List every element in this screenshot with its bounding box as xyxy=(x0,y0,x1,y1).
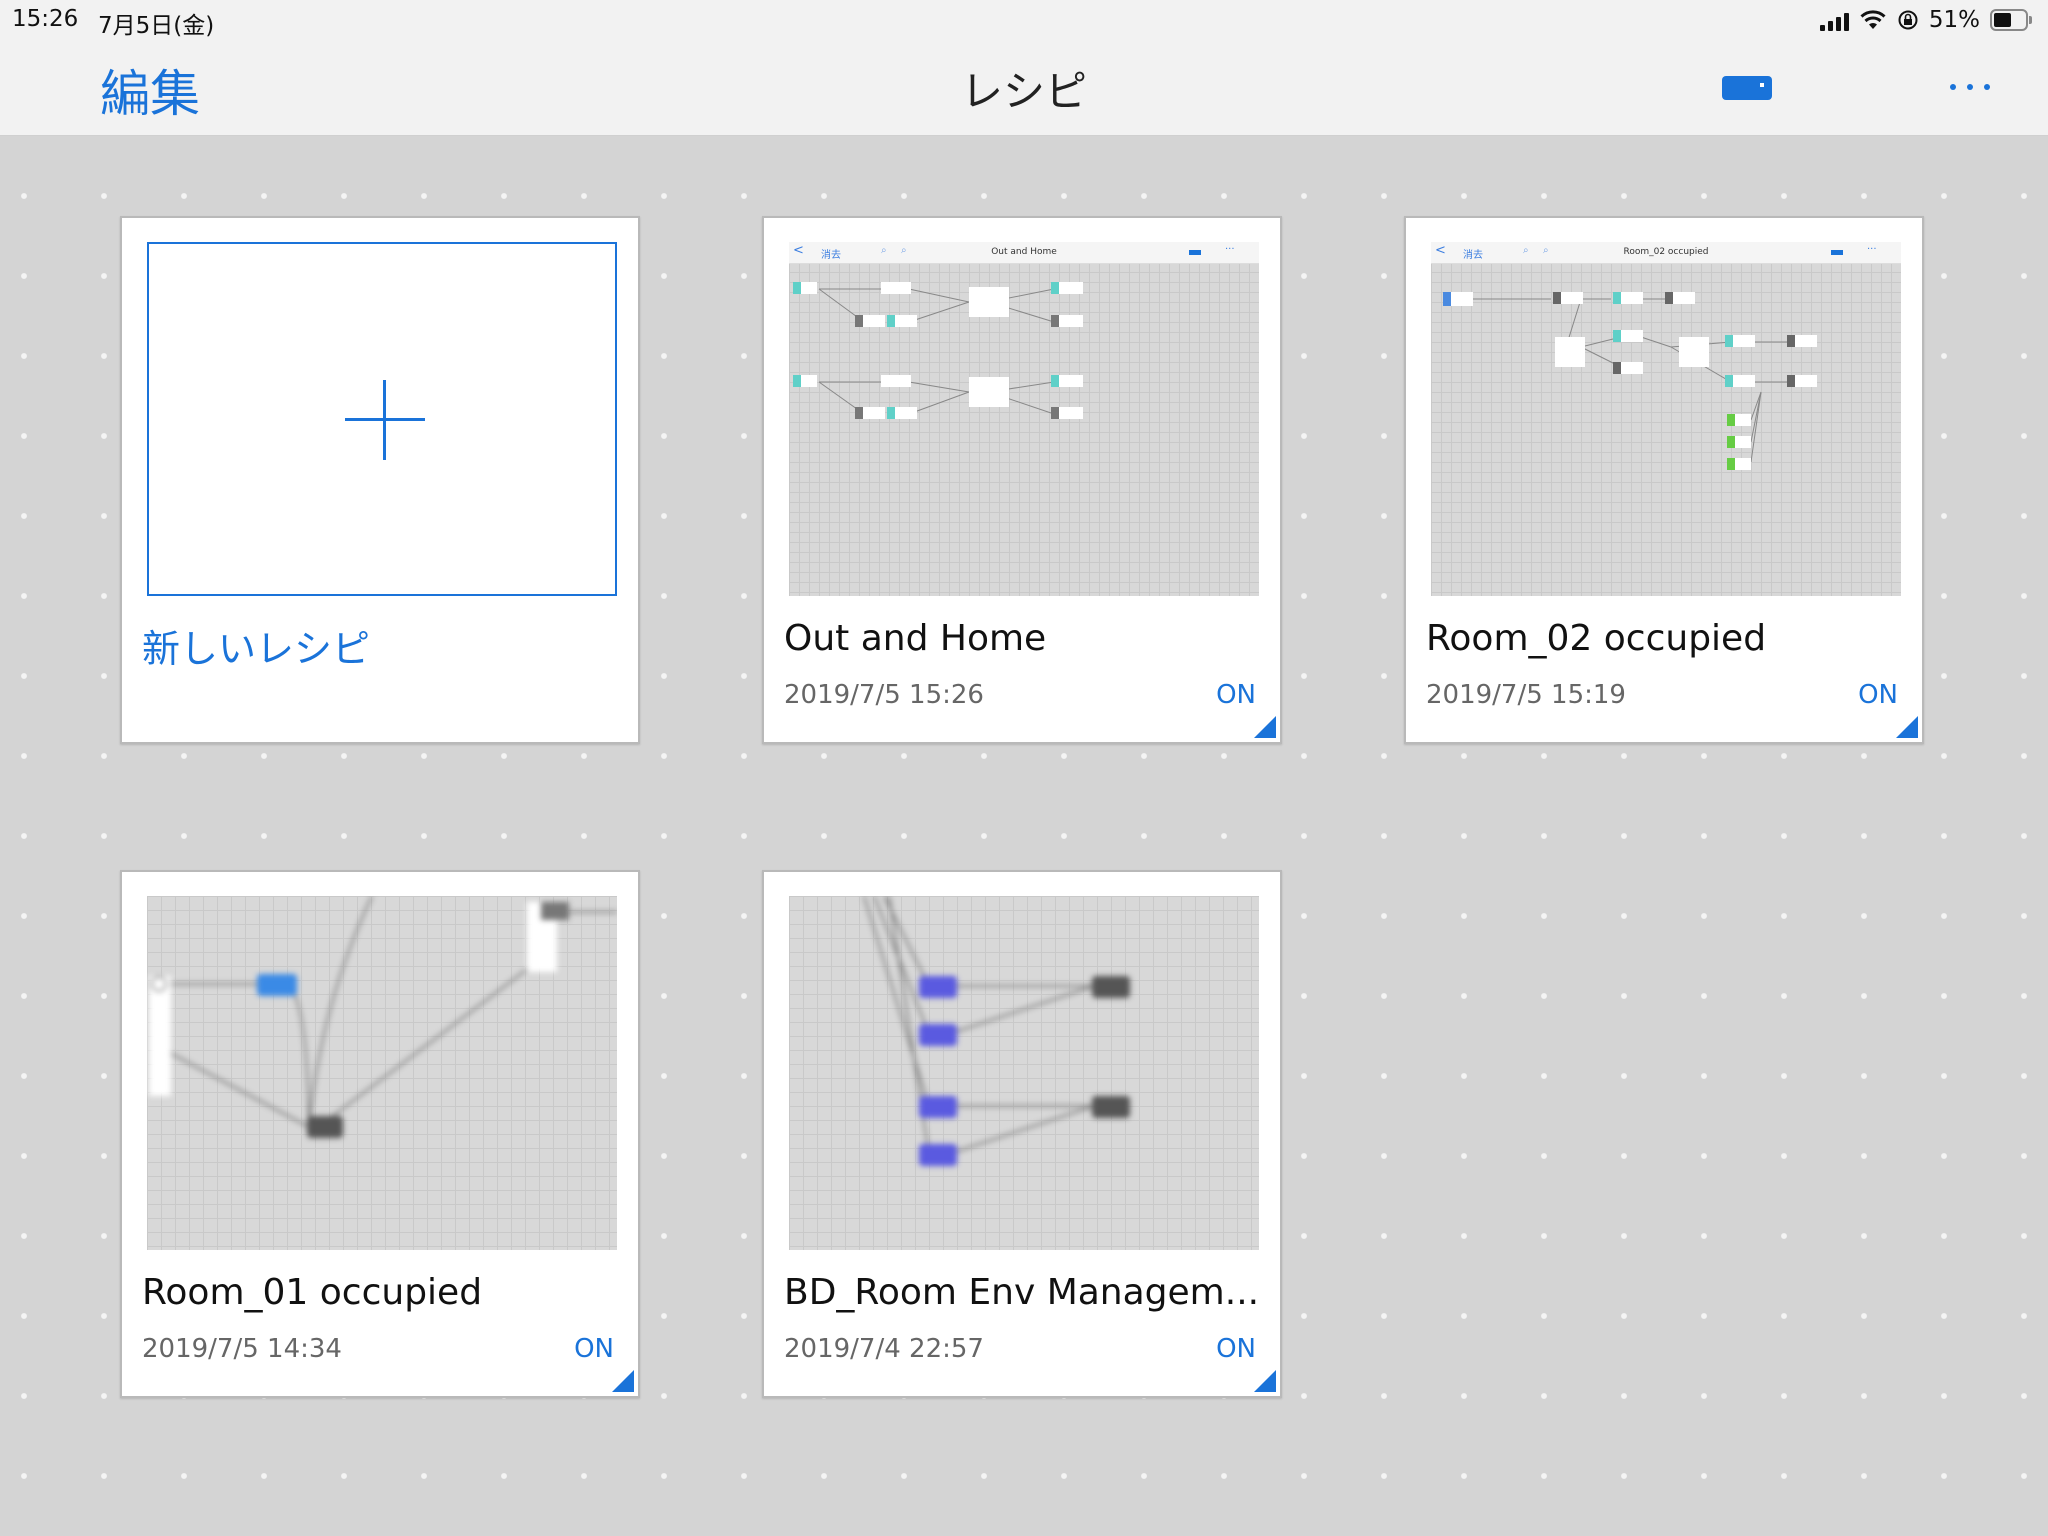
more-options-icon[interactable] xyxy=(1950,84,2010,94)
recipe-title: BD_Room Env Managem... xyxy=(784,1272,1260,1313)
status-date: 7月5日(金) xyxy=(98,13,215,39)
recipe-date: 2019/7/4 22:57 xyxy=(784,1334,984,1364)
recipe-title: Room_02 occupied xyxy=(1426,618,1767,659)
recipe-card[interactable]: BD_Room Env Managem... 2019/7/4 22:57 ON xyxy=(762,870,1282,1398)
recipe-thumbnail: < 消去 ⌕ ⌕ Room_02 occupied ··· xyxy=(1431,242,1901,596)
recipe-flow-diagram xyxy=(1443,292,1817,470)
status-bar: 15:26 7月5日(金) 51% xyxy=(0,0,2048,40)
edit-button[interactable]: 編集 xyxy=(100,54,200,126)
new-recipe-box[interactable] xyxy=(147,242,617,596)
corner-indicator-icon xyxy=(1254,1370,1276,1392)
corner-indicator-icon xyxy=(1896,716,1918,738)
recipe-card[interactable]: Room_01 occupied 2019/7/5 14:34 ON xyxy=(120,870,640,1398)
recipe-thumbnail xyxy=(147,896,617,1250)
plus-icon xyxy=(345,380,425,460)
recipe-title: Out and Home xyxy=(784,618,1047,659)
recipe-date: 2019/7/5 14:34 xyxy=(142,1334,342,1364)
recipe-flow-diagram xyxy=(863,896,1130,1166)
signal-icon xyxy=(1819,9,1849,31)
recipe-thumbnail: < 消去 ⌕ ⌕ Out and Home ··· xyxy=(789,242,1259,596)
recipe-card[interactable]: < 消去 ⌕ ⌕ Room_02 occupied ··· Room_02 oc… xyxy=(1404,216,1924,744)
recipe-flow-diagram xyxy=(149,896,617,1138)
recipe-card[interactable]: < 消去 ⌕ ⌕ Out and Home ··· Out and Home 2… xyxy=(762,216,1282,744)
navigation-bar: 編集 レシピ xyxy=(0,40,2048,136)
recipe-status[interactable]: ON xyxy=(1858,680,1898,710)
rotation-lock-icon xyxy=(1898,10,1918,30)
new-recipe-card[interactable]: 新しいレシピ xyxy=(120,216,640,744)
status-indicators: 51% xyxy=(1819,6,2032,34)
battery-icon xyxy=(1990,9,2032,31)
wifi-icon xyxy=(1860,10,1886,29)
recipe-date: 2019/7/5 15:26 xyxy=(784,680,984,710)
recipe-status[interactable]: ON xyxy=(1216,1334,1256,1364)
recipe-thumbnail xyxy=(789,896,1259,1250)
battery-percentage: 51% xyxy=(1928,7,1980,33)
view-toggle-icon[interactable] xyxy=(1722,76,1772,100)
recipe-status[interactable]: ON xyxy=(574,1334,614,1364)
new-recipe-label: 新しいレシピ xyxy=(142,627,371,671)
corner-indicator-icon xyxy=(612,1370,634,1392)
recipe-flow-diagram xyxy=(793,282,1083,419)
recipe-title: Room_01 occupied xyxy=(142,1272,483,1313)
recipe-status[interactable]: ON xyxy=(1216,680,1256,710)
status-time: 15:26 xyxy=(12,6,79,32)
recipe-date: 2019/7/5 15:19 xyxy=(1426,680,1626,710)
corner-indicator-icon xyxy=(1254,716,1276,738)
